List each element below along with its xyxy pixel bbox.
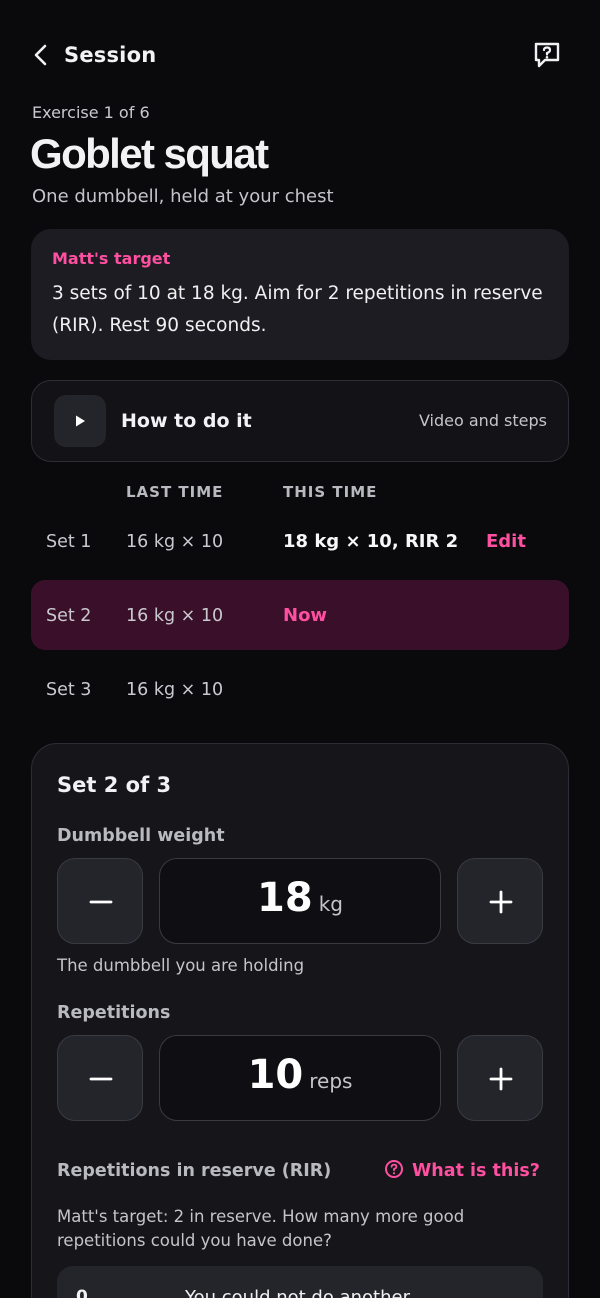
target-label: Matt's target <box>52 249 171 268</box>
rir-help-label: What is this? <box>412 1161 540 1181</box>
reps-unit: reps <box>309 1069 353 1093</box>
weight-increase-button[interactable] <box>457 858 543 944</box>
weight-label: Dumbbell weight <box>57 826 225 846</box>
back-chevron-icon[interactable] <box>28 40 56 70</box>
question-circle-icon <box>385 1160 403 1178</box>
exercise-position: Exercise 1 of 6 <box>32 103 150 122</box>
help-chat-icon[interactable] <box>532 40 562 70</box>
minus-icon <box>89 900 113 904</box>
weight-decrease-button[interactable] <box>57 858 143 944</box>
column-header-this-time: THIS TIME <box>283 483 378 501</box>
reps-label: Repetitions <box>57 1003 171 1023</box>
set-row-last: 16 kg × 10 <box>126 532 224 552</box>
rir-option-0[interactable]: 0 You could not do another <box>57 1266 543 1298</box>
set-row-label: Set 3 <box>46 680 92 700</box>
reps-decrease-button[interactable] <box>57 1035 143 1121</box>
exercise-title: Goblet squat <box>30 130 269 177</box>
set-row-label: Set 2 <box>46 606 92 626</box>
set-row-last: 16 kg × 10 <box>126 606 224 626</box>
weight-value: 18 <box>257 875 313 921</box>
weight-value-display[interactable]: 18 kg <box>159 858 441 944</box>
edit-set-link[interactable]: Edit <box>486 530 526 554</box>
reps-value-display[interactable]: 10 reps <box>159 1035 441 1121</box>
header-title: Session <box>64 43 157 67</box>
rir-help-link[interactable]: What is this? <box>384 1159 540 1183</box>
weight-unit: kg <box>318 892 343 916</box>
minus-icon <box>89 1077 113 1081</box>
play-button[interactable] <box>54 395 106 447</box>
exercise-description: One dumbbell, held at your chest <box>32 186 334 207</box>
set-row-this: 18 kg × 10, RIR 2 <box>283 531 459 552</box>
rir-option-text: You could not do another <box>185 1287 410 1298</box>
plus-icon <box>489 890 513 914</box>
target-text: 3 sets of 10 at 18 kg. Aim for 2 repetit… <box>52 283 543 336</box>
reps-increase-button[interactable] <box>457 1035 543 1121</box>
weight-hint: The dumbbell you are holding <box>57 956 305 975</box>
logger-title: Set 2 of 3 <box>57 773 172 797</box>
how-to-card[interactable]: How to do it Video and steps <box>31 380 569 462</box>
reps-value: 10 <box>247 1052 304 1098</box>
how-to-meta: Video and steps <box>418 411 547 430</box>
play-icon <box>76 415 85 427</box>
set-row-last: 16 kg × 10 <box>126 680 224 700</box>
rir-hint: Matt's target: 2 in reserve. How many mo… <box>57 1207 465 1250</box>
target-card: Matt's target 3 sets of 10 at 18 kg. Aim… <box>31 229 569 360</box>
rir-label: Repetitions in reserve (RIR) <box>57 1161 332 1181</box>
now-status: Now <box>283 605 328 626</box>
rir-option-value: 0 <box>76 1287 88 1298</box>
set-row-label: Set 1 <box>46 532 92 552</box>
plus-icon <box>489 1067 513 1091</box>
how-to-label: How to do it <box>121 410 252 432</box>
column-header-last-time: LAST TIME <box>126 483 224 501</box>
